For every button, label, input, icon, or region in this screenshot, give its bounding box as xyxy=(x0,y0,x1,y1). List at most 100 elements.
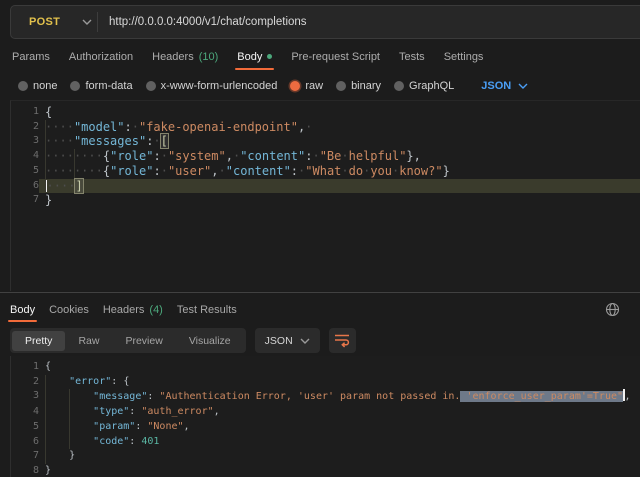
response-view-switcher: Pretty Raw Preview Visualize xyxy=(10,328,246,353)
code-token: } xyxy=(69,450,75,461)
tab-settings[interactable]: Settings xyxy=(444,40,484,73)
response-body-viewer[interactable]: 1{2 "error": {3 "message": "Authenticati… xyxy=(10,356,640,477)
indent-guide xyxy=(74,149,75,164)
indent-guide xyxy=(69,420,70,435)
indent-guide xyxy=(45,449,46,464)
view-preview[interactable]: Preview xyxy=(112,331,175,351)
indent-guide xyxy=(45,149,46,164)
request-tabs: Params Authorization Headers(10) Body Pr… xyxy=(12,40,640,73)
code-token: · xyxy=(312,149,319,163)
code-token: "role" xyxy=(110,149,153,163)
radio-icon xyxy=(70,81,80,91)
code-token: · xyxy=(305,120,312,134)
line-number: 2 xyxy=(11,375,39,390)
code-token: , xyxy=(625,391,631,402)
language-selector[interactable]: JSON xyxy=(481,80,528,92)
line-number: 7 xyxy=(11,193,39,208)
line-number: 4 xyxy=(11,149,39,164)
code-token: ···· xyxy=(47,179,76,193)
indent-guide xyxy=(45,389,46,405)
bodytype-binary[interactable]: binary xyxy=(336,80,381,92)
active-tab-underline xyxy=(235,68,274,70)
code-token: : xyxy=(125,120,132,134)
tab-body[interactable]: Body xyxy=(237,40,272,73)
line-number: 4 xyxy=(11,405,39,420)
radio-icon xyxy=(394,81,404,91)
response-tab-cookies[interactable]: Cookies xyxy=(49,296,89,323)
response-tabs: Body Cookies Headers(4) Test Results S xyxy=(10,296,640,323)
tab-headers[interactable]: Headers(10) xyxy=(152,40,218,73)
radio-icon xyxy=(336,81,346,91)
line-number: 5 xyxy=(11,164,39,179)
code-token: "type" xyxy=(93,406,129,417)
tab-tests[interactable]: Tests xyxy=(399,40,425,73)
code-token: "code" xyxy=(93,436,129,447)
code-token: { xyxy=(45,105,52,119)
response-tab-test-results[interactable]: Test Results xyxy=(177,296,237,323)
bodytype-raw[interactable]: raw xyxy=(290,80,323,92)
code-token: { xyxy=(45,361,51,372)
view-pretty[interactable]: Pretty xyxy=(12,331,65,351)
tab-pre-request-script[interactable]: Pre-request Script xyxy=(291,40,380,73)
bodytype-form-data[interactable]: form-data xyxy=(70,80,132,92)
indent-guide xyxy=(45,179,46,194)
line-number: 1 xyxy=(11,105,39,120)
bodytype-x-www-form-urlencoded[interactable]: x-www-form-urlencoded xyxy=(146,80,278,92)
indent-guide xyxy=(45,120,46,135)
view-visualize[interactable]: Visualize xyxy=(176,331,244,351)
code-line: 1{ xyxy=(11,105,640,120)
code-token: , xyxy=(214,406,220,417)
wrap-text-button[interactable] xyxy=(329,328,356,353)
code-line: 3····"messages":·[ xyxy=(11,134,640,149)
code-token: }, xyxy=(406,149,420,163)
chevron-down-icon xyxy=(300,338,310,344)
code-line: 4········{"role":·"system",·"content":·"… xyxy=(11,149,640,164)
code-token: "Authentication Error, 'user' param not … xyxy=(159,391,460,402)
code-token: "auth_error" xyxy=(141,406,213,417)
line-number: 1 xyxy=(11,360,39,375)
code-line: 6 "code": 401 xyxy=(11,435,640,450)
tab-authorization[interactable]: Authorization xyxy=(69,40,133,73)
response-language-selector[interactable]: JSON xyxy=(255,328,320,353)
line-number: 2 xyxy=(11,120,39,135)
bodytype-none[interactable]: none xyxy=(18,80,57,92)
code-token: 'enforce_user_param'=True" xyxy=(460,391,623,402)
code-token: , xyxy=(226,149,233,163)
code-token: { xyxy=(123,376,129,387)
line-number: 3 xyxy=(11,134,39,149)
code-token: [ xyxy=(161,134,168,148)
code-token: "role" xyxy=(110,164,153,178)
code-line: 8} xyxy=(11,464,640,477)
line-number: 6 xyxy=(11,435,39,450)
indent-guide xyxy=(45,420,46,435)
code-token: ] xyxy=(75,179,82,193)
code-line: 6····] xyxy=(11,179,640,194)
request-body-editor[interactable]: 1{2····"model":·"fake-openai-endpoint",·… xyxy=(10,100,640,291)
code-token: · xyxy=(161,164,168,178)
code-line: 5········{"role":·"user",·"content":·"Wh… xyxy=(11,164,640,179)
wrap-text-icon xyxy=(334,333,350,348)
code-token: : xyxy=(291,164,298,178)
method-label: POST xyxy=(29,16,60,28)
code-token: : xyxy=(153,164,160,178)
request-url-bar: POST http://0.0.0.0:4000/v1/chat/complet… xyxy=(10,5,640,39)
url-input[interactable]: http://0.0.0.0:4000/v1/chat/completions xyxy=(109,16,307,28)
method-selector[interactable]: POST xyxy=(11,16,97,28)
radio-icon xyxy=(146,81,156,91)
code-line: 2····"model":·"fake-openai-endpoint",· xyxy=(11,120,640,135)
code-token: "content" xyxy=(240,149,305,163)
view-raw[interactable]: Raw xyxy=(65,331,112,351)
globe-icon[interactable] xyxy=(605,302,620,317)
bodytype-graphql[interactable]: GraphQL xyxy=(394,80,454,92)
code-token: "What·do·you·know?" xyxy=(305,164,442,178)
code-line: 2 "error": { xyxy=(11,375,640,390)
response-tab-body[interactable]: Body xyxy=(10,296,35,323)
response-tab-headers[interactable]: Headers(4) xyxy=(103,296,163,323)
tab-params[interactable]: Params xyxy=(12,40,50,73)
code-line: 7} xyxy=(11,193,640,208)
code-token: · xyxy=(161,149,168,163)
code-token: · xyxy=(153,134,160,148)
pane-resizer[interactable] xyxy=(0,292,640,293)
code-token: "param" xyxy=(93,421,135,432)
code-token: "Be·helpful" xyxy=(320,149,407,163)
